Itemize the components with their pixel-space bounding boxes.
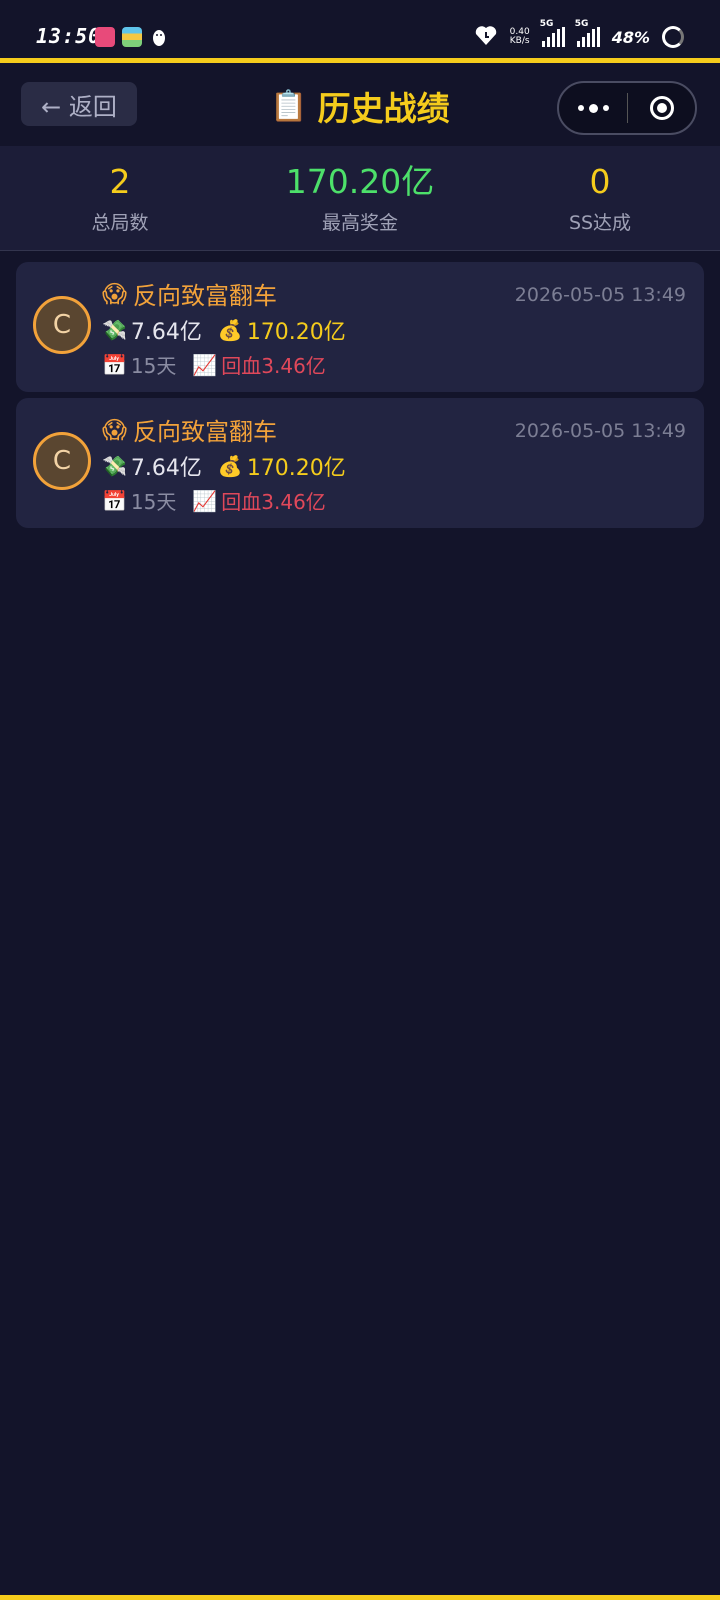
shocked-face-icon: 😱 [102,415,128,444]
page-title: 历史战绩 [317,89,450,128]
stat-max-prize: 170.20亿 最高奖金 [240,146,480,250]
stat-label: 总局数 [91,212,149,234]
signal-2-label: 5G [574,19,589,29]
record-card[interactable]: C 😱 反向致富翻车 2026-05-05 13:49 💸 7.64亿 💰 17… [16,262,704,392]
record-money-row: 💸 7.64亿 💰 170.20亿 [102,450,346,482]
status-time: 13:50 [36,24,102,48]
record-detail-row: 📅 15天 📈 回血3.46亿 [102,350,326,379]
grade-avatar: C [33,296,91,354]
record-title: 😱 反向致富翻车 [102,412,277,447]
money-wings-icon: 💸 [102,318,127,342]
close-miniprogram-button[interactable] [628,96,695,120]
record-days: 15天 [130,354,177,378]
money-bag-icon: 💰 [217,454,243,478]
more-menu-button[interactable] [559,83,627,133]
record-days: 15天 [130,490,177,514]
stats-summary: 2 总局数 170.20亿 最高奖金 0 SS达成 [0,146,720,251]
target-icon [649,96,674,120]
record-prize: 170.20亿 [246,456,346,481]
record-title-text: 反向致富翻车 [133,418,278,446]
stat-ss-achieved: 0 SS达成 [480,146,720,250]
signal-icon-1: 5G [540,19,565,47]
penguin-notification-icon [149,27,169,47]
record-card[interactable]: C 😱 反向致富翻车 2026-05-05 13:49 💸 7.64亿 💰 17… [16,398,704,528]
signal-1-label: 5G [539,19,554,29]
record-title-text: 反向致富翻车 [133,282,278,310]
money-wings-icon: 💸 [102,454,127,478]
grade-avatar: C [33,432,91,490]
status-bar: 13:50 0.40 KB/s 5G 5G 48% [0,0,720,60]
miniprogram-capsule [557,81,697,135]
back-button[interactable]: ← 返回 [21,82,137,126]
stat-label: SS达成 [568,212,632,234]
stat-label: 最高奖金 [321,212,398,234]
top-accent-line [0,58,720,63]
stat-total-games: 2 总局数 [0,146,240,250]
heart-clock-icon [474,24,498,50]
record-money-row: 💸 7.64亿 💰 170.20亿 [102,314,346,346]
back-button-label: ← 返回 [41,92,117,121]
record-detail-row: 📅 15天 📈 回血3.46亿 [102,486,326,515]
calendar-icon: 📅 [102,488,127,513]
clipboard-icon: 📋 [270,88,308,124]
bottom-accent-line [0,1595,720,1600]
signal-icon-2: 5G [575,19,600,47]
record-time: 2026-05-05 13:49 [514,420,686,442]
status-right-group: 0.40 KB/s 5G 5G 48% [474,19,684,50]
record-cost: 7.64亿 [130,320,202,345]
record-recover: 回血3.46亿 [221,490,326,514]
net-speed: 0.40 KB/s [510,28,530,46]
app-notification-icon [95,27,115,47]
wallet-notification-icon [122,27,142,47]
record-title: 😱 反向致富翻车 [102,276,277,311]
record-recover: 回血3.46亿 [221,354,326,378]
record-cost: 7.64亿 [130,456,202,481]
record-time: 2026-05-05 13:49 [514,284,686,306]
calendar-icon: 📅 [102,352,127,377]
stat-value: 2 [109,162,131,201]
chart-up-icon: 📈 [192,352,218,377]
stat-value: 170.20亿 [285,162,435,201]
stat-value: 0 [589,162,611,201]
money-bag-icon: 💰 [217,318,243,342]
shocked-face-icon: 😱 [102,279,128,308]
battery-text: 48% [611,27,650,47]
record-prize: 170.20亿 [246,320,346,345]
battery-ring-icon [662,26,684,48]
net-speed-unit: KB/s [509,36,530,46]
chart-up-icon: 📈 [192,488,218,513]
